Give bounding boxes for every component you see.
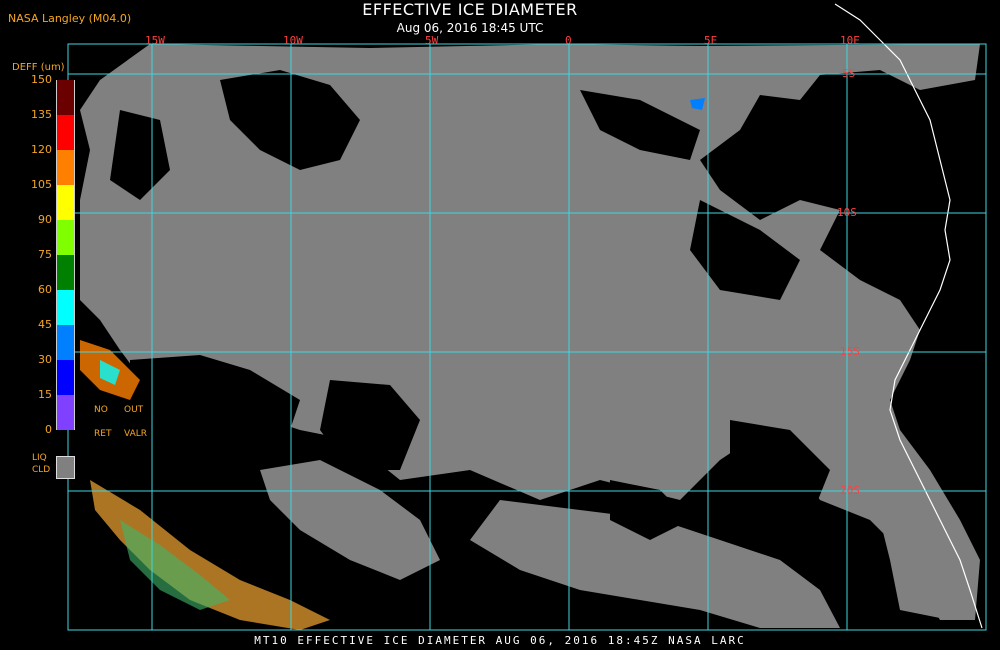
legend-ret-label: RET	[94, 429, 112, 439]
legend-swatch	[56, 325, 75, 360]
legend-tick-label: 90	[38, 213, 52, 226]
lat-label-20s: 20S	[840, 484, 860, 497]
legend-tick-label: 105	[31, 178, 52, 191]
legend-cld-label: CLD	[32, 465, 51, 475]
legend-swatch	[56, 150, 75, 185]
legend-tick-label: 0	[45, 423, 52, 436]
lon-label-5w: 5W	[425, 34, 439, 47]
lon-label-0: 0	[565, 34, 572, 47]
legend-swatch	[56, 185, 75, 220]
page-title: EFFECTIVE ICE DIAMETER	[362, 0, 578, 19]
legend-tick-label: 15	[38, 388, 52, 401]
legend-tick-label: 60	[38, 283, 52, 296]
legend-swatch	[56, 255, 75, 290]
lat-label-10s: 10S	[837, 206, 857, 219]
legend-tick-label: 120	[31, 143, 52, 156]
lon-label-15w: 15W	[145, 34, 165, 47]
lon-label-10e: 10E	[840, 34, 860, 47]
lat-label-15s: 15S	[840, 345, 860, 358]
legend-tick-label: 135	[31, 108, 52, 121]
legend-swatch	[56, 115, 75, 150]
legend-no-label: NO	[94, 405, 108, 415]
legend-tick-label: 75	[38, 248, 52, 261]
lat-label-5s: 5S	[842, 67, 856, 80]
legend-title: DEFF (um)	[12, 62, 65, 73]
legend-tick-label: 45	[38, 318, 52, 331]
page-subtitle: Aug 06, 2016 18:45 UTC	[396, 21, 544, 35]
footer-caption: MT10 EFFECTIVE ICE DIAMETER AUG 06, 2016…	[254, 634, 746, 647]
legend-liq-label: LIQ	[32, 453, 47, 463]
lon-label-10w: 10W	[283, 34, 303, 47]
legend-swatch	[56, 80, 75, 115]
legend-swatch	[56, 360, 75, 395]
legend-tick-label: 150	[31, 73, 52, 86]
lon-label-5e: 5E	[704, 34, 718, 47]
legend-out-label: OUT	[124, 405, 144, 415]
legend-swatch	[56, 395, 75, 430]
satellite-map	[67, 3, 987, 631]
legend-swatch	[56, 220, 75, 255]
legend-tick-label: 30	[38, 353, 52, 366]
legend-valr-label: VALR	[124, 429, 148, 439]
liquid-cloud-swatch	[56, 456, 75, 479]
legend-swatch	[56, 290, 75, 325]
